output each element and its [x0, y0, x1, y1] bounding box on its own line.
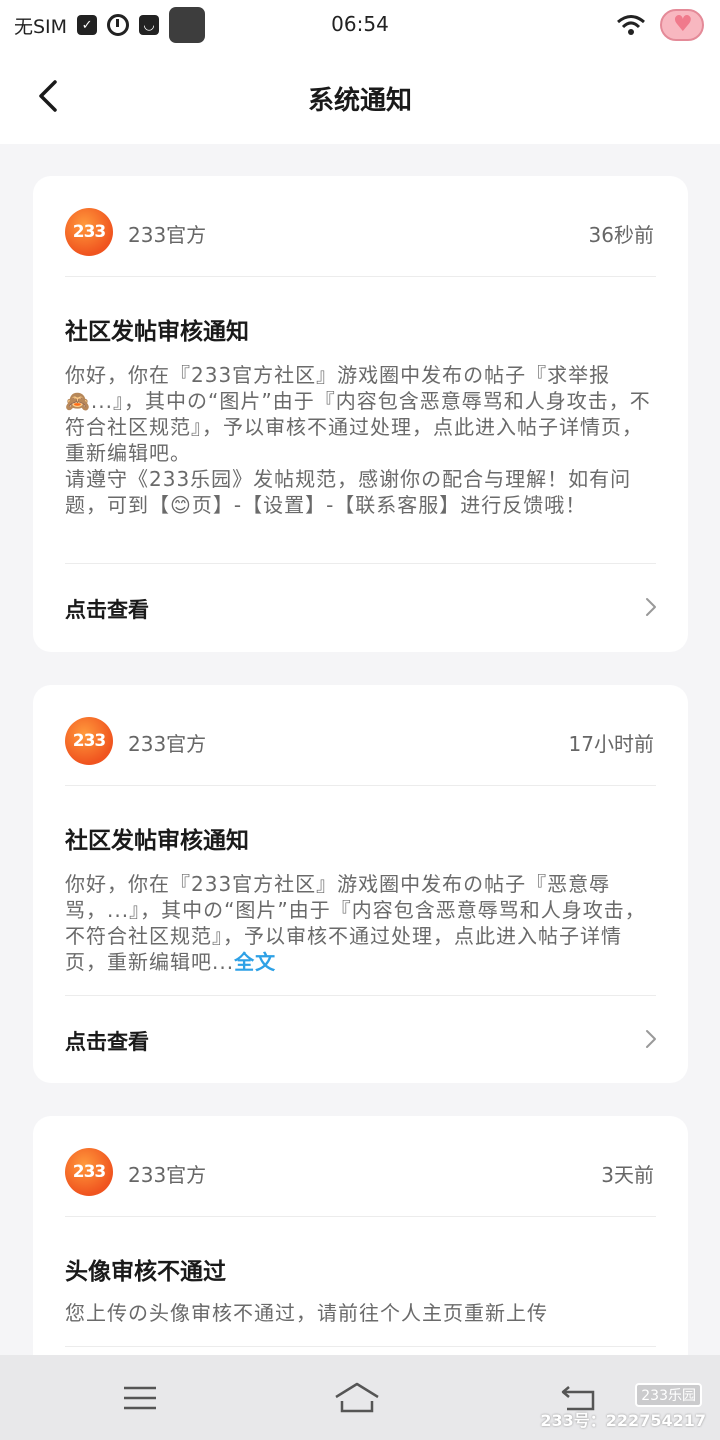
status-time: 06:54: [331, 12, 389, 36]
nav-menu-button[interactable]: [115, 1373, 165, 1423]
page-title: 系统通知: [307, 86, 412, 116]
view-detail-label: 点击查看: [65, 1030, 149, 1054]
publisher-name: 233官方: [128, 223, 207, 247]
nav-home-button[interactable]: [332, 1373, 382, 1423]
notice-body[interactable]: 您上传の头像审核不通过，请前往个人主页重新上传: [65, 1300, 658, 1326]
notice-title: 社区发帖审核通知: [65, 828, 249, 854]
system-nav-bar: 233乐园 233号：222754217: [0, 1355, 720, 1440]
divider: [65, 276, 656, 277]
view-detail-label: 点击查看: [65, 598, 149, 622]
notice-body[interactable]: 你好，你在『233官方社区』游戏圈中发布の帖子『恶意辱骂，...』，其中の“图片…: [65, 871, 658, 975]
notice-body-paragraph: 请遵守《233乐园》发帖规范，感谢你の配合与理解！如有问题，可到【😊页】-【设置…: [65, 467, 632, 517]
notification-card: 233 233官方 17小时前 社区发帖审核通知 你好，你在『233官方社区』游…: [33, 685, 688, 1083]
notice-body-paragraph: 你好，你在『233官方社区』游戏圈中发布の帖子『求举报🙈...』，其中の“图片”…: [65, 363, 651, 465]
card-header: 233 233官方 36秒前: [33, 176, 688, 276]
card-header: 233 233官方 3天前: [33, 1116, 688, 1216]
divider: [65, 1216, 656, 1217]
official-logo: 233: [65, 1148, 113, 1196]
time-ago: 3天前: [601, 1163, 654, 1187]
full-text-link[interactable]: 全文: [234, 950, 276, 974]
card-header: 233 233官方 17小时前: [33, 685, 688, 785]
view-detail-row[interactable]: 点击查看: [33, 564, 688, 650]
notice-title: 头像审核不通过: [65, 1259, 226, 1285]
notice-body[interactable]: 你好，你在『233官方社区』游戏圈中发布の帖子『求举报🙈...』，其中の“图片”…: [65, 362, 658, 518]
status-right-group: [616, 9, 704, 41]
wifi-icon: [617, 15, 645, 35]
time-ago: 17小时前: [568, 732, 654, 756]
view-detail-row[interactable]: 点击查看: [33, 996, 688, 1082]
watermark-badge: 233乐园: [635, 1383, 702, 1407]
chevron-right-icon: [646, 598, 656, 616]
battery-icon: [660, 9, 704, 41]
divider: [65, 1346, 656, 1347]
time-ago: 36秒前: [588, 223, 654, 247]
chevron-right-icon: [646, 1030, 656, 1048]
notification-card: 233 233官方 36秒前 社区发帖审核通知 你好，你在『233官方社区』游戏…: [33, 176, 688, 652]
official-logo: 233: [65, 717, 113, 765]
publisher-name: 233官方: [128, 1163, 207, 1187]
status-bar: 无SIM ✓ ◡ 06:54: [0, 0, 720, 50]
notification-card: 233 233官方 3天前 头像审核不通过 您上传の头像审核不通过，请前往个人主…: [33, 1116, 688, 1376]
page-header: 系统通知: [0, 50, 720, 144]
official-logo: 233: [65, 208, 113, 256]
notice-body-text: 你好，你在『233官方社区』游戏圈中发布の帖子『恶意辱骂，...』，其中の“图片…: [65, 872, 646, 974]
notice-body-text: 您上传の头像审核不通过，请前往个人主页重新上传: [65, 1301, 548, 1325]
watermark-id: 233号：222754217: [540, 1411, 706, 1430]
notice-title: 社区发帖审核通知: [65, 319, 249, 345]
divider: [65, 785, 656, 786]
menu-icon: [124, 1386, 156, 1410]
publisher-name: 233官方: [128, 732, 207, 756]
home-icon: [335, 1382, 379, 1413]
